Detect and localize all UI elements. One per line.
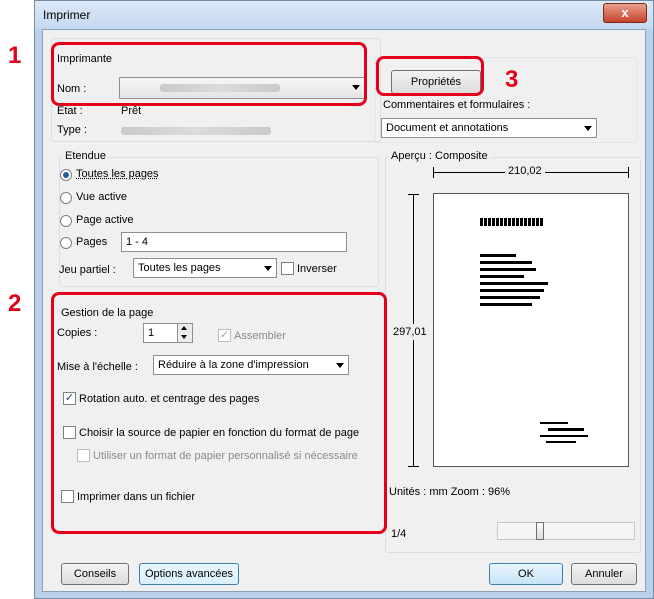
- pages-input[interactable]: 1 - 4: [121, 232, 347, 252]
- page-indicator: 1/4: [391, 528, 407, 540]
- scaling-label: Mise à l'échelle :: [57, 361, 138, 373]
- preview-text-line: [480, 282, 548, 285]
- scaling-select[interactable]: Réduire à la zone d'impression: [153, 355, 349, 375]
- height-tick-bottom: [408, 466, 419, 467]
- reverse-checkbox[interactable]: [281, 262, 294, 275]
- width-tick-left: [433, 167, 434, 178]
- printer-type-value: [121, 127, 271, 135]
- printer-type-label: Type :: [57, 124, 87, 136]
- chevron-down-icon: [264, 266, 272, 271]
- range-group-title: Etendue: [63, 150, 108, 162]
- preview-text-line: [480, 289, 544, 292]
- printer-name-value: [160, 84, 280, 92]
- radio-current-page[interactable]: [60, 215, 72, 227]
- comments-select[interactable]: Document et annotations: [381, 118, 597, 138]
- page-slider[interactable]: [497, 522, 635, 540]
- units-zoom-text: Unités : mm Zoom : 96%: [389, 486, 511, 498]
- preview-text-line: [480, 275, 524, 278]
- preview-height-value: 297,01: [393, 324, 427, 340]
- print-dialog: Imprimer x Imprimante Nom : Etat : Prêt …: [34, 0, 654, 599]
- paper-source-checkbox[interactable]: [63, 426, 76, 439]
- callout-2: 2: [8, 290, 22, 317]
- cancel-button[interactable]: Annuler: [571, 563, 637, 585]
- preview-text-line: [480, 268, 536, 271]
- printer-status-value: Prêt: [121, 105, 142, 117]
- paper-source-label: Choisir la source de papier en fonction …: [79, 427, 360, 439]
- height-tick-top: [408, 194, 419, 195]
- stepper-arrows-icon[interactable]: [177, 324, 192, 342]
- comments-selected: Document et annotations: [386, 122, 509, 134]
- preview-text-line: [480, 303, 532, 306]
- subset-label: Jeu partiel :: [59, 264, 116, 276]
- custom-paper-label: Utiliser un format de papier personnalis…: [93, 450, 358, 462]
- chevron-down-icon: [584, 126, 592, 131]
- preview-text-line: [480, 254, 516, 257]
- auto-rotate-checkbox[interactable]: ✓: [63, 392, 76, 405]
- preview-title: Aperçu : Composite: [389, 150, 490, 162]
- radio-pages[interactable]: [60, 237, 72, 249]
- preview-text-line: [548, 428, 584, 431]
- radio-all-pages-label: Toutes les pages: [76, 168, 159, 180]
- custom-paper-checkbox[interactable]: [77, 449, 90, 462]
- chevron-down-icon: [336, 363, 344, 368]
- callout-1: 1: [8, 42, 22, 69]
- comments-label: Commentaires et formulaires :: [383, 99, 531, 111]
- reverse-label: Inverser: [297, 263, 337, 275]
- tips-button[interactable]: Conseils: [61, 563, 129, 585]
- subset-select[interactable]: Toutes les pages: [133, 258, 277, 278]
- close-icon: x: [621, 5, 629, 20]
- page-handling-title: Gestion de la page: [61, 307, 154, 319]
- dialog-title: Imprimer: [43, 8, 91, 22]
- ok-button[interactable]: OK: [489, 563, 563, 585]
- width-tick-right: [628, 167, 629, 178]
- preview-page: [433, 193, 629, 467]
- printer-status-label: Etat :: [57, 105, 83, 117]
- pages-input-value: 1 - 4: [126, 236, 149, 248]
- collate-label: Assembler: [234, 330, 286, 342]
- preview-text-line: [480, 261, 532, 264]
- printer-name-select[interactable]: [119, 77, 365, 99]
- print-to-file-label: Imprimer dans un fichier: [77, 491, 195, 503]
- advanced-options-button[interactable]: Options avancées: [139, 563, 239, 585]
- print-to-file-checkbox[interactable]: [61, 490, 74, 503]
- radio-current-page-label: Page active: [76, 214, 134, 226]
- chevron-down-icon: [352, 85, 360, 90]
- copies-value: 1: [148, 327, 155, 339]
- printer-group-title: Imprimante: [57, 53, 113, 65]
- copies-label: Copies :: [57, 327, 98, 339]
- radio-current-view-label: Vue active: [76, 191, 127, 203]
- subset-selected: Toutes les pages: [138, 262, 221, 274]
- page-slider-thumb[interactable]: [536, 522, 544, 540]
- preview-text-line: [540, 435, 588, 437]
- preview-text-line: [546, 441, 576, 443]
- collate-checkbox[interactable]: ✓: [218, 329, 231, 342]
- radio-pages-label: Pages: [76, 236, 108, 248]
- radio-all-pages[interactable]: [60, 169, 72, 181]
- preview-width-value: 210,02: [505, 165, 545, 177]
- dialog-client-area: Imprimante Nom : Etat : Prêt Type : Prop…: [42, 29, 646, 592]
- preview-text-line: [480, 296, 540, 299]
- close-button[interactable]: x: [603, 3, 647, 23]
- auto-rotate-label: Rotation auto. et centrage des pages: [79, 393, 260, 405]
- preview-text-line: [540, 422, 568, 424]
- radio-current-view[interactable]: [60, 192, 72, 204]
- printer-name-label: Nom :: [57, 83, 87, 95]
- scaling-selected: Réduire à la zone d'impression: [158, 359, 309, 371]
- preview-barcode: [480, 218, 544, 226]
- title-bar: Imprimer x: [35, 1, 653, 29]
- copies-stepper[interactable]: 1: [143, 323, 193, 343]
